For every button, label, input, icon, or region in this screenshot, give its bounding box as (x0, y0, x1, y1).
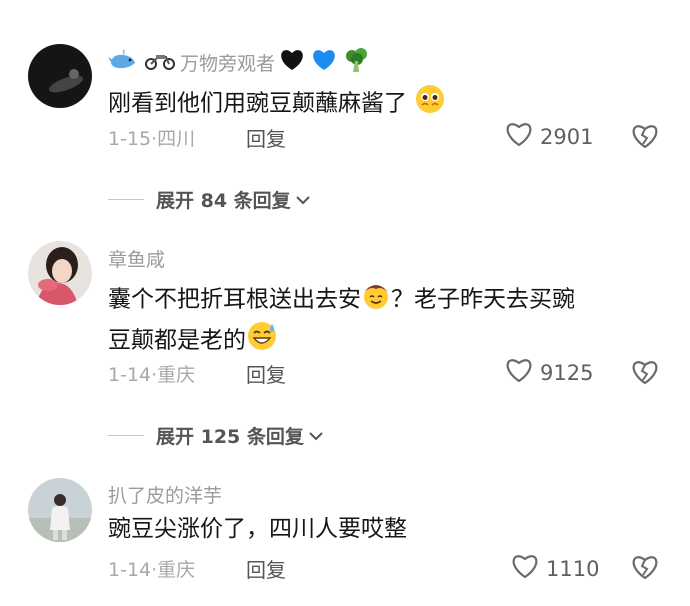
comment-location: 重庆 (157, 364, 196, 386)
username[interactable]: 万物旁观者 (108, 47, 371, 78)
dislike-button[interactable] (630, 358, 660, 390)
broken-heart-icon (630, 125, 660, 154)
comment-meta: 1-14·重庆 (108, 555, 195, 582)
comment-body-line2: 豆颠都是老的 (108, 327, 246, 354)
chevron-down-icon (291, 189, 311, 211)
divider-line (108, 199, 144, 200)
comment-date: 1-14 (108, 364, 152, 386)
avatar[interactable] (28, 44, 92, 108)
reply-button[interactable]: 回复 (246, 554, 286, 583)
like-count: 1110 (546, 556, 600, 581)
motorcycle-emoji (144, 49, 176, 76)
comment-text: 囊个不把折耳根送出去安 ？老子昨天去买豌 豆颠都是老的 (108, 280, 668, 362)
reply-button[interactable]: 回复 (246, 123, 286, 152)
comment-location: 四川 (157, 128, 196, 150)
comment-date: 1-14 (108, 559, 152, 581)
expand-replies-button[interactable]: 展开 84 条回复 (108, 186, 311, 213)
like-button[interactable]: 9125 (504, 356, 593, 389)
whale-emoji (108, 49, 138, 76)
like-count: 2901 (540, 124, 594, 149)
blue-heart-emoji (311, 48, 337, 77)
pleading-face-emoji (414, 83, 446, 125)
comment-body-line1: 囊个不把折耳根送出去安 (108, 286, 361, 313)
heart-outline-icon (504, 356, 540, 389)
divider-line (108, 435, 144, 436)
heart-outline-icon (504, 120, 540, 153)
comment-date: 1-15 (108, 128, 152, 150)
like-button[interactable]: 1110 (510, 552, 599, 585)
expand-replies-label: 展开 84 条回复 (156, 190, 291, 212)
black-heart-emoji (279, 48, 305, 77)
comment-body: 刚看到他们用豌豆颠蘸麻酱了 (108, 90, 407, 117)
broccoli-emoji (343, 47, 371, 78)
like-count: 9125 (540, 360, 594, 385)
comment-body-line1b: ？老子昨天去买豌 (391, 286, 575, 313)
username[interactable]: 扒了皮的洋芋 (108, 481, 222, 508)
smiling-face-emoji (361, 280, 391, 320)
heart-outline-icon (510, 552, 546, 585)
expand-replies-button[interactable]: 展开 125 条回复 (108, 422, 324, 449)
comment-text: 刚看到他们用豌豆颠蘸麻酱了 (108, 83, 668, 125)
expand-replies-label: 展开 125 条回复 (156, 426, 304, 448)
comment-body: 豌豆尖涨价了，四川人要哎整 (108, 516, 407, 542)
comment-location: 重庆 (157, 559, 196, 581)
comment-meta: 1-14·重庆 (108, 360, 195, 387)
comment-text: 豌豆尖涨价了，四川人要哎整 (108, 513, 668, 546)
reply-button[interactable]: 回复 (246, 359, 286, 388)
avatar[interactable] (28, 241, 92, 305)
grinning-sweat-emoji (246, 320, 278, 362)
username-text: 万物旁观者 (180, 53, 276, 75)
chevron-down-icon (304, 425, 324, 447)
username[interactable]: 章鱼咸 (108, 245, 165, 272)
broken-heart-icon (630, 556, 660, 585)
like-button[interactable]: 2901 (504, 120, 593, 153)
broken-heart-icon (630, 361, 660, 390)
avatar[interactable] (28, 478, 92, 542)
dislike-button[interactable] (630, 122, 660, 154)
dislike-button[interactable] (630, 553, 660, 585)
comment-meta: 1-15·四川 (108, 124, 195, 151)
